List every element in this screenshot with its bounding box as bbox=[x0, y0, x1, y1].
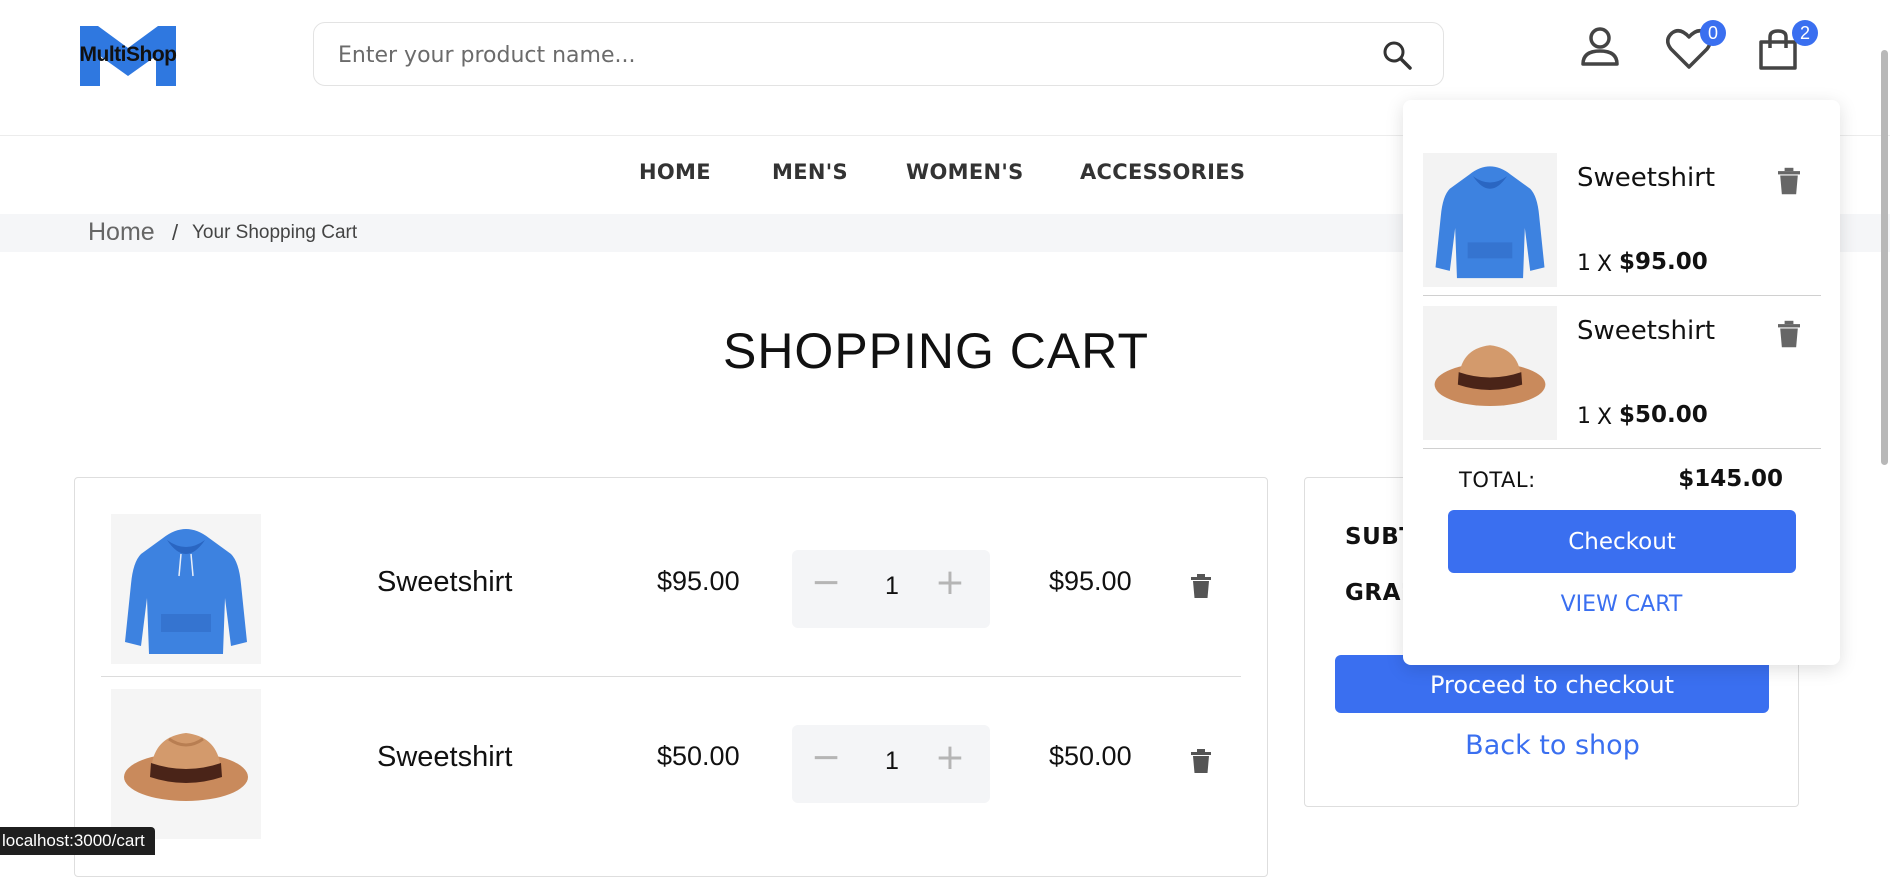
mini-cart-dropdown: Sweetshirt 1 X $95.00 Sweetshirt 1 X $50… bbox=[1403, 100, 1840, 665]
product-price: $95.00 bbox=[657, 566, 740, 596]
trash-icon[interactable] bbox=[1191, 574, 1211, 598]
mini-cart-item-name[interactable]: Sweetshirt bbox=[1577, 316, 1715, 346]
decrease-quantity-button[interactable]: − bbox=[806, 562, 846, 603]
product-image bbox=[111, 514, 261, 664]
mini-cart-divider bbox=[1423, 448, 1821, 449]
quantity-stepper: − 1 + bbox=[792, 550, 990, 628]
nav-item-home[interactable]: HOME bbox=[639, 160, 711, 184]
wishlist-button[interactable]: 0 bbox=[1666, 20, 1726, 74]
cart-row: Sweetshirt $50.00 − 1 + $50.00 bbox=[111, 689, 1253, 849]
search-input[interactable] bbox=[336, 37, 1340, 73]
cart-row: Sweetshirt $95.00 − 1 + $95.00 bbox=[111, 514, 1253, 674]
nav-item-accessories[interactable]: ACCESSORIES bbox=[1080, 160, 1245, 184]
search-bar bbox=[313, 22, 1444, 86]
mini-cart-total-value: $145.00 bbox=[1678, 466, 1783, 492]
row-divider bbox=[101, 676, 1241, 677]
product-image bbox=[1423, 153, 1557, 287]
logo[interactable]: MultiShop bbox=[78, 26, 178, 86]
line-total: $95.00 bbox=[1049, 566, 1132, 596]
product-name[interactable]: Sweetshirt bbox=[377, 566, 512, 599]
line-total: $50.00 bbox=[1049, 741, 1132, 771]
hat-image bbox=[1434, 345, 1546, 407]
trash-icon[interactable] bbox=[1778, 167, 1800, 195]
status-bar-url: localhost:3000/cart bbox=[0, 827, 155, 855]
page-scrollbar[interactable] bbox=[1881, 50, 1888, 465]
checkout-button[interactable]: Checkout bbox=[1448, 510, 1796, 573]
nav-item-womens[interactable]: WOMEN'S bbox=[906, 160, 1024, 184]
wishlist-count-badge: 0 bbox=[1700, 20, 1726, 46]
trash-icon[interactable] bbox=[1191, 749, 1211, 773]
search-icon[interactable] bbox=[1381, 39, 1413, 71]
hoodie-image bbox=[125, 529, 247, 654]
mini-cart-divider bbox=[1423, 295, 1821, 296]
trash-icon[interactable] bbox=[1778, 320, 1800, 348]
mini-cart-total-label: TOTAL: bbox=[1459, 468, 1536, 492]
view-cart-link[interactable]: VIEW CART bbox=[1403, 592, 1840, 617]
hoodie-image bbox=[1435, 166, 1545, 279]
mini-cart-item-times: X bbox=[1597, 252, 1613, 277]
mini-cart-item-price: $95.00 bbox=[1619, 249, 1708, 275]
hat-image bbox=[124, 733, 248, 801]
product-name[interactable]: Sweetshirt bbox=[377, 741, 512, 774]
breadcrumb-current: Your Shopping Cart bbox=[192, 222, 358, 243]
mini-cart-item: Sweetshirt 1 X $50.00 bbox=[1423, 306, 1821, 456]
product-image bbox=[1423, 306, 1557, 440]
mini-cart-item-price: $50.00 bbox=[1619, 402, 1708, 428]
cart-count-badge: 2 bbox=[1792, 20, 1818, 46]
mini-cart-item-name[interactable]: Sweetshirt bbox=[1577, 163, 1715, 193]
breadcrumb-separator: / bbox=[172, 220, 179, 245]
nav-item-mens[interactable]: MEN'S bbox=[772, 160, 848, 184]
increase-quantity-button[interactable]: + bbox=[930, 737, 970, 778]
mini-cart-item: Sweetshirt 1 X $95.00 bbox=[1423, 153, 1821, 303]
user-icon[interactable] bbox=[1580, 26, 1620, 68]
mini-cart-item-qty: 1 bbox=[1577, 251, 1591, 276]
mini-cart-item-times: X bbox=[1597, 405, 1613, 430]
logo-text: MultiShop bbox=[79, 43, 177, 66]
increase-quantity-button[interactable]: + bbox=[930, 562, 970, 603]
cart-button[interactable]: 2 bbox=[1756, 20, 1818, 74]
decrease-quantity-button[interactable]: − bbox=[806, 737, 846, 778]
product-image bbox=[111, 689, 261, 839]
cart-table: Sweetshirt $95.00 − 1 + $95.00 Sweetshir… bbox=[74, 477, 1268, 877]
quantity-value[interactable]: 1 bbox=[872, 747, 912, 776]
quantity-stepper: − 1 + bbox=[792, 725, 990, 803]
quantity-value[interactable]: 1 bbox=[872, 572, 912, 601]
back-to-shop-link[interactable]: Back to shop bbox=[1305, 730, 1800, 761]
mini-cart-item-qty: 1 bbox=[1577, 404, 1591, 429]
breadcrumb-home[interactable]: Home bbox=[88, 218, 155, 247]
product-price: $50.00 bbox=[657, 741, 740, 771]
